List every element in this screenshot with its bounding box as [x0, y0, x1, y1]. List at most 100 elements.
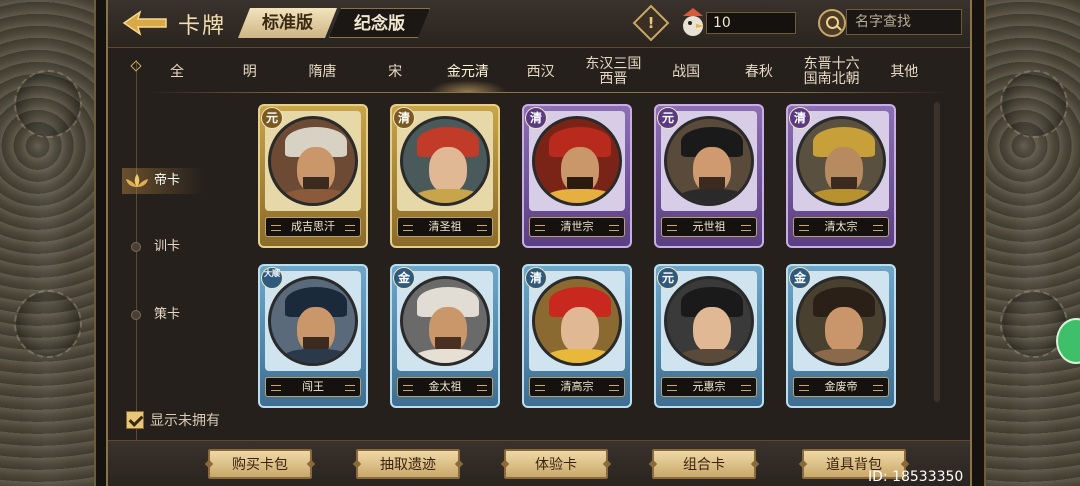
search-input[interactable] [846, 9, 962, 35]
tab-warring-states[interactable]: 战国 [657, 52, 715, 92]
category-dot [131, 242, 141, 252]
card-name: 清圣祖 [397, 217, 493, 237]
portrait [268, 276, 358, 366]
card-yuan-huizong[interactable]: 元 元惠宗 [654, 264, 764, 408]
dynasty-badge: 金 [789, 267, 811, 289]
card-portrait-frame: 清 [525, 267, 625, 371]
user-id-label: ID: 18533350 [868, 469, 964, 485]
dragon-ornament [1000, 70, 1068, 138]
scrollbar[interactable] [934, 102, 940, 402]
tab-divider [148, 92, 948, 93]
tab-song[interactable]: 宋 [366, 52, 424, 92]
card-genghis-khan[interactable]: 元 成吉思汗 [258, 104, 368, 248]
tab-eastern-jin-sixteen-kingdoms[interactable]: 东晋十六国南北朝 [803, 52, 861, 92]
category-dot [131, 310, 141, 320]
dynasty-badge: 清 [789, 107, 811, 129]
tab-commemorative-edition[interactable]: 纪念版 [329, 8, 430, 38]
currency-count: 10 [706, 12, 796, 34]
page-title: 卡牌 [178, 14, 227, 39]
card-chuang-wang[interactable]: 大顺 闯王 [258, 264, 368, 408]
category-label: 训卡 [154, 239, 181, 254]
tab-jin-yuan-qing[interactable]: 金元清 [428, 52, 507, 92]
dynasty-tabs: 全 明 隋唐 宋 金元清 西汉 东汉三国西晋 战国 春秋 东晋十六国南北朝 其他 [148, 52, 948, 92]
show-unowned-toggle[interactable]: 显示未拥有 [126, 410, 220, 430]
category-strategy-cards[interactable]: 策卡 [122, 302, 202, 328]
portrait [664, 276, 754, 366]
category-emperor-cards[interactable]: 帝卡 [122, 168, 202, 194]
card-name: 成吉思汗 [265, 217, 361, 237]
card-collection-panel: 卡牌 标准版 纪念版 ! 10 全 明 隋唐 宋 金元清 西汉 东汉三国西晋 战… [106, 0, 972, 486]
dynasty-badge: 清 [525, 107, 547, 129]
left-dragon-panel [0, 0, 96, 486]
dynasty-badge: 金 [393, 267, 415, 289]
portrait [400, 116, 490, 206]
card-name: 清太宗 [793, 217, 889, 237]
dynasty-badge: 清 [525, 267, 547, 289]
eagle-icon [683, 8, 704, 36]
edition-tabs: 标准版 纪念版 [238, 8, 430, 38]
card-name: 元世祖 [661, 217, 757, 237]
card-portrait-frame: 大顺 [261, 267, 361, 371]
trial-card-button[interactable]: 体验卡 [504, 449, 608, 479]
category-label: 帝卡 [154, 173, 181, 188]
tab-sui-tang[interactable]: 隋唐 [293, 52, 351, 92]
tab-western-han[interactable]: 西汉 [512, 52, 570, 92]
tab-eastern-han-three-kingdoms[interactable]: 东汉三国西晋 [584, 52, 642, 92]
portrait [268, 116, 358, 206]
card-portrait-frame: 金 [789, 267, 889, 371]
back-arrow-icon[interactable] [122, 10, 168, 36]
bottom-action-bar: 购买卡包 抽取遗迹 体验卡 组合卡 道具背包 [108, 440, 970, 486]
portrait [796, 116, 886, 206]
header-bar: 卡牌 标准版 纪念版 ! 10 [108, 0, 970, 48]
dragon-ornament [14, 70, 82, 138]
tab-spring-autumn[interactable]: 春秋 [730, 52, 788, 92]
card-name: 清世宗 [529, 217, 625, 237]
category-label: 策卡 [154, 307, 181, 322]
portrait [532, 276, 622, 366]
card-portrait-frame: 清 [393, 107, 493, 211]
tab-other[interactable]: 其他 [875, 52, 933, 92]
card-portrait-frame: 清 [525, 107, 625, 211]
alert-icon[interactable]: ! [632, 4, 670, 42]
card-portrait-frame: 金 [393, 267, 493, 371]
show-unowned-checkbox[interactable] [126, 411, 144, 429]
right-dragon-panel [984, 0, 1080, 486]
portrait [796, 276, 886, 366]
card-qing-shengzu[interactable]: 清 清圣祖 [390, 104, 500, 248]
dynasty-badge: 元 [261, 107, 283, 129]
dynasty-badge: 大顺 [261, 267, 283, 289]
card-qing-gaozong[interactable]: 清 清高宗 [522, 264, 632, 408]
tab-ming[interactable]: 明 [221, 52, 279, 92]
portrait [532, 116, 622, 206]
combo-card-button[interactable]: 组合卡 [652, 449, 756, 479]
tab-all[interactable]: 全 [148, 52, 206, 92]
card-name: 元惠宗 [661, 377, 757, 397]
search-icon[interactable] [818, 9, 846, 37]
card-name: 清高宗 [529, 377, 625, 397]
card-jin-feidi[interactable]: 金 金废帝 [786, 264, 896, 408]
dragon-ornament [14, 290, 82, 358]
card-portrait-frame: 元 [261, 107, 361, 211]
card-portrait-frame: 清 [789, 107, 889, 211]
dynasty-badge: 清 [393, 107, 415, 129]
card-qing-taizong[interactable]: 清 清太宗 [786, 104, 896, 248]
card-jin-taizu[interactable]: 金 金太祖 [390, 264, 500, 408]
card-qing-shizong[interactable]: 清 清世宗 [522, 104, 632, 248]
portrait [664, 116, 754, 206]
draw-relic-button[interactable]: 抽取遗迹 [356, 449, 460, 479]
card-name: 金太祖 [397, 377, 493, 397]
dynasty-badge: 元 [657, 107, 679, 129]
card-yuan-shizu[interactable]: 元 元世祖 [654, 104, 764, 248]
card-name: 闯王 [265, 377, 361, 397]
lotus-icon [126, 174, 148, 187]
dynasty-badge: 元 [657, 267, 679, 289]
card-name: 金废帝 [793, 377, 889, 397]
category-ornament [130, 60, 142, 72]
category-training-cards[interactable]: 训卡 [122, 234, 202, 260]
card-portrait-frame: 元 [657, 107, 757, 211]
tab-standard-edition[interactable]: 标准版 [238, 8, 337, 38]
portrait [400, 276, 490, 366]
show-unowned-label: 显示未拥有 [150, 413, 220, 429]
buy-card-pack-button[interactable]: 购买卡包 [208, 449, 312, 479]
card-portrait-frame: 元 [657, 267, 757, 371]
